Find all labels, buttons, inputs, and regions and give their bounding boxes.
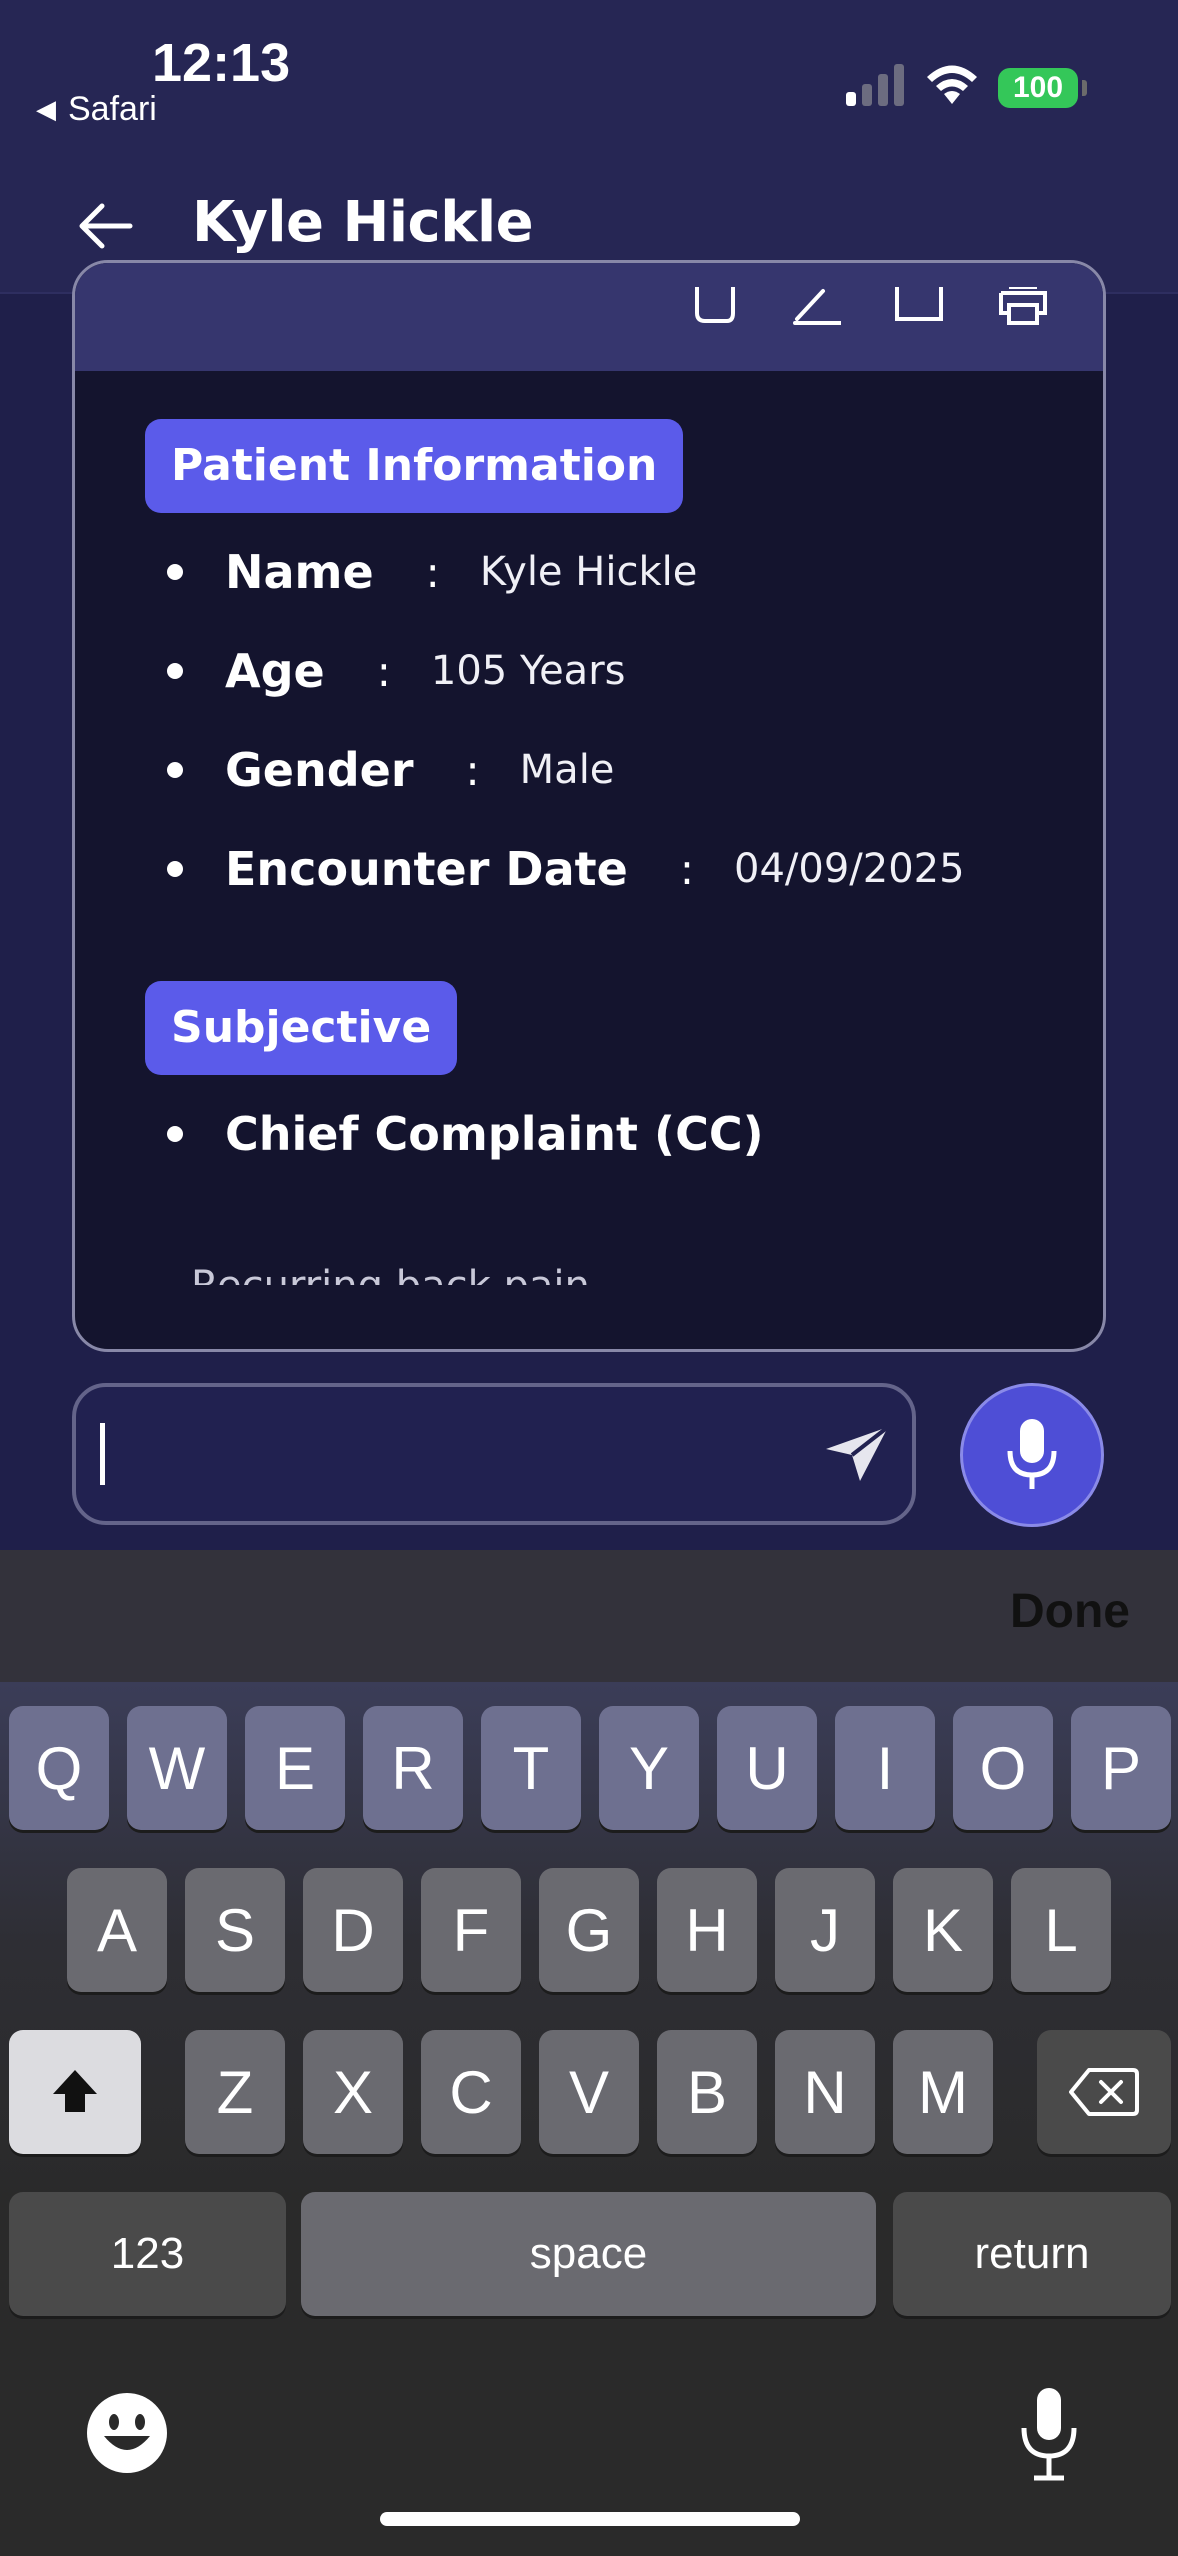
return-key[interactable]: return: [893, 2192, 1171, 2316]
key-y[interactable]: Y: [599, 1706, 699, 1830]
info-label: Age: [225, 644, 325, 698]
bullet: [167, 762, 183, 778]
key-o[interactable]: O: [953, 1706, 1053, 1830]
key-w[interactable]: W: [127, 1706, 227, 1830]
key-q[interactable]: Q: [9, 1706, 109, 1830]
space-key[interactable]: space: [301, 2192, 876, 2316]
message-input[interactable]: [72, 1383, 916, 1525]
info-value: Kyle Hickle: [479, 549, 698, 595]
shift-icon: [53, 2070, 97, 2112]
bullet: [167, 564, 183, 580]
text-caret: [100, 1423, 105, 1485]
info-value: 105 Years: [430, 648, 626, 694]
delete-key[interactable]: [1037, 2030, 1171, 2154]
info-value: 04/09/2025: [734, 846, 965, 892]
info-row-encounter-date: Encounter Date : 04/09/2025: [155, 834, 965, 904]
key-n[interactable]: N: [775, 2030, 875, 2154]
key-u[interactable]: U: [717, 1706, 817, 1830]
chief-complaint-text: Recurring back pain: [191, 1263, 590, 1285]
key-h[interactable]: H: [657, 1868, 757, 1992]
send-icon[interactable]: [822, 1423, 892, 1485]
print-icon[interactable]: [999, 287, 1047, 327]
key-t[interactable]: T: [481, 1706, 581, 1830]
key-r[interactable]: R: [363, 1706, 463, 1830]
key-c[interactable]: C: [421, 2030, 521, 2154]
key-i[interactable]: I: [835, 1706, 935, 1830]
key-m[interactable]: M: [893, 2030, 993, 2154]
section-patient-information: Patient Information: [145, 419, 684, 513]
arrow-left-icon[interactable]: [76, 196, 136, 256]
key-x[interactable]: X: [303, 2030, 403, 2154]
bullet: [167, 861, 183, 877]
key-z[interactable]: Z: [185, 2030, 285, 2154]
card-toolbar: [75, 263, 1103, 371]
signal-icon: [846, 64, 904, 106]
info-row-age: Age : 105 Years: [155, 636, 625, 706]
info-row-name: Name : Kyle Hickle: [155, 537, 697, 607]
key-s[interactable]: S: [185, 1868, 285, 1992]
window-icon[interactable]: [895, 287, 943, 327]
key-a[interactable]: A: [67, 1868, 167, 1992]
wifi-icon: [927, 65, 977, 104]
dictation-icon[interactable]: [1018, 2386, 1080, 2482]
info-label: Encounter Date: [225, 842, 628, 896]
info-label: Chief Complaint (CC): [225, 1107, 764, 1161]
note-content: Patient Information Name : Kyle Hickle A…: [75, 371, 1103, 1283]
page-title: Kyle Hickle: [192, 190, 534, 255]
key-d[interactable]: D: [303, 1868, 403, 1992]
microphone-button[interactable]: [960, 1383, 1104, 1527]
info-label: Name: [225, 545, 374, 599]
separator: :: [679, 844, 694, 894]
shift-key[interactable]: [9, 2030, 141, 2154]
key-e[interactable]: E: [245, 1706, 345, 1830]
keyboard: Q W E R T Y U I O P A S D F G H J K L Z …: [0, 1682, 1178, 2556]
copy-icon[interactable]: [691, 287, 739, 327]
numbers-key[interactable]: 123: [9, 2192, 286, 2316]
status-time: 12:13: [152, 33, 291, 93]
separator: :: [425, 547, 440, 597]
battery-icon: 100: [998, 68, 1087, 108]
info-row-gender: Gender : Male: [155, 735, 614, 805]
key-k[interactable]: K: [893, 1868, 993, 1992]
separator: :: [465, 745, 480, 795]
key-v[interactable]: V: [539, 2030, 639, 2154]
info-row-chief-complaint: Chief Complaint (CC): [155, 1099, 764, 1169]
back-to-safari[interactable]: ◀ Safari: [36, 90, 157, 129]
key-f[interactable]: F: [421, 1868, 521, 1992]
key-p[interactable]: P: [1071, 1706, 1171, 1830]
key-l[interactable]: L: [1011, 1868, 1111, 1992]
done-button[interactable]: Done: [1010, 1584, 1130, 1639]
delete-icon: [1069, 2068, 1139, 2116]
back-triangle-icon: ◀: [36, 94, 56, 124]
app-header: 12:13 ◀ Safari 100 Kyle Hickle: [0, 0, 1178, 294]
edit-icon[interactable]: [793, 287, 841, 327]
key-b[interactable]: B: [657, 2030, 757, 2154]
key-g[interactable]: G: [539, 1868, 639, 1992]
back-app-label: Safari: [68, 90, 157, 128]
soap-note-card: Patient Information Name : Kyle Hickle A…: [72, 260, 1106, 1352]
bullet: [167, 663, 183, 679]
microphone-icon: [1007, 1419, 1057, 1489]
home-indicator[interactable]: [380, 2512, 800, 2526]
bullet: [167, 1126, 183, 1142]
keyboard-accessory-bar: Done: [0, 1550, 1178, 1682]
info-value: Male: [519, 747, 615, 793]
key-j[interactable]: J: [775, 1868, 875, 1992]
emoji-icon[interactable]: [86, 2392, 168, 2474]
separator: :: [376, 646, 391, 696]
section-subjective: Subjective: [145, 981, 458, 1075]
info-label: Gender: [225, 743, 414, 797]
partial-text: Recurring back pain: [191, 1263, 891, 1285]
